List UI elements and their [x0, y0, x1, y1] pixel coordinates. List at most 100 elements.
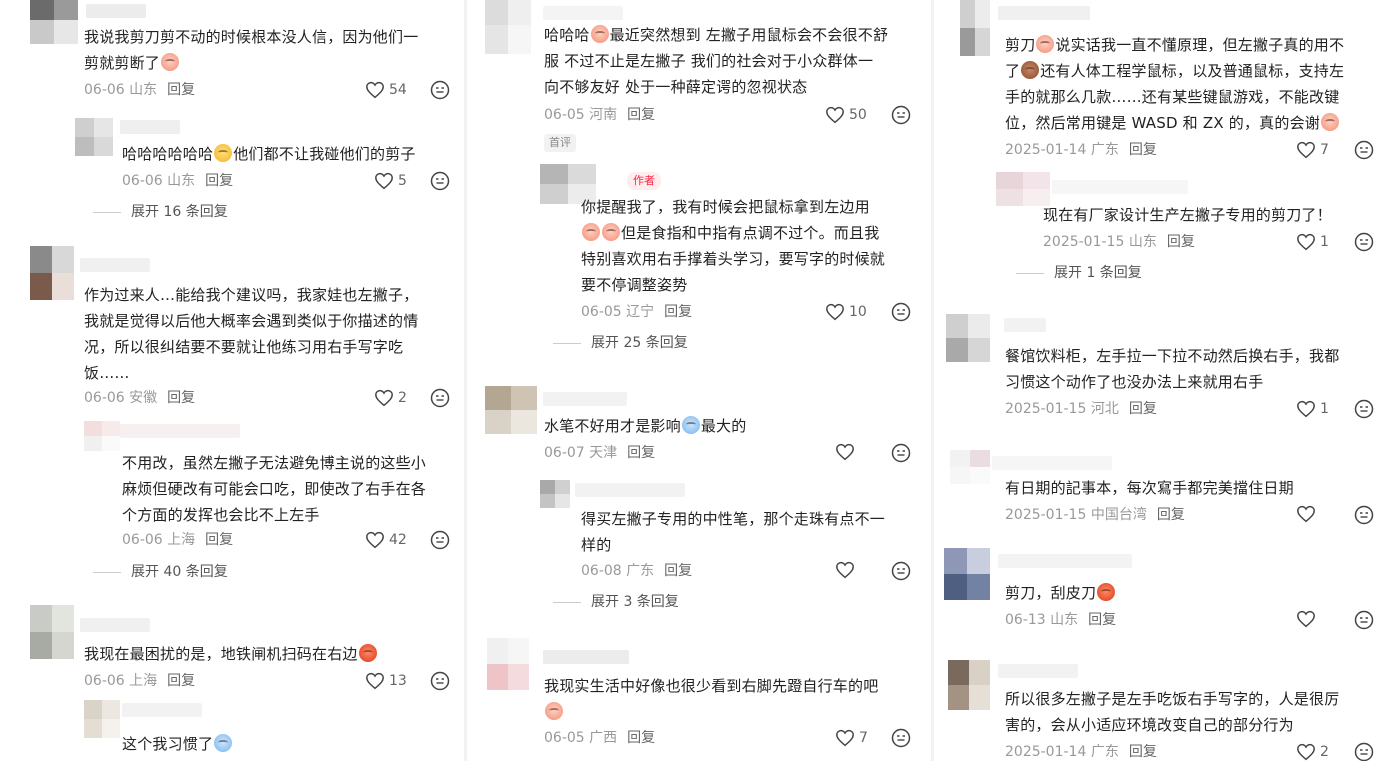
username[interactable]	[80, 258, 150, 272]
reply-button[interactable]: 回复	[1088, 612, 1116, 628]
username[interactable]	[543, 6, 623, 20]
avatar[interactable]	[946, 314, 990, 362]
avatar[interactable]	[540, 480, 570, 508]
emoji-reaction-icon[interactable]	[891, 443, 911, 467]
heart-icon	[375, 389, 393, 407]
username[interactable]	[1052, 180, 1188, 194]
reply-button[interactable]: 回复	[205, 173, 233, 189]
reply-button[interactable]: 回复	[167, 82, 195, 98]
like-button[interactable]: 7	[835, 728, 868, 748]
avatar[interactable]	[960, 0, 990, 56]
like-button[interactable]: 10	[825, 302, 867, 322]
username[interactable]	[80, 618, 150, 632]
username[interactable]	[992, 456, 1112, 470]
comment-meta: 2025-01-14 广东 回复	[1005, 744, 1157, 760]
emoji-reaction-icon[interactable]	[430, 80, 450, 104]
avatar[interactable]	[944, 548, 990, 600]
like-button[interactable]	[1296, 505, 1320, 523]
comment-text: 我现在最困扰的是，地铁闸机扫码在右边	[84, 641, 378, 667]
username[interactable]	[122, 703, 202, 717]
emoji-reaction-icon[interactable]	[891, 302, 911, 326]
comment-column-left: 我说我剪刀剪不动的时候根本没人信，因为他们一 剪就剪断了 06-06 山东 回复 …	[0, 0, 462, 761]
username[interactable]	[543, 650, 629, 664]
username[interactable]	[120, 424, 240, 438]
username[interactable]	[575, 483, 685, 497]
avatar[interactable]	[30, 605, 74, 659]
heart-icon	[1297, 610, 1315, 628]
comment-text: 我现实生活中好像也很少看到右脚先蹬自行车的吧	[544, 673, 878, 725]
expand-replies-button[interactable]: 展开 25 条回复	[553, 333, 688, 353]
emoji-reaction-icon[interactable]	[891, 728, 911, 752]
username[interactable]	[998, 554, 1132, 568]
emoji-reaction-icon[interactable]	[430, 388, 450, 412]
comment-text: 水笔不好用才是影响 最大的	[544, 416, 747, 435]
like-button[interactable]: 42	[365, 530, 407, 550]
reply-button[interactable]: 回复	[627, 445, 655, 461]
emoji-reaction-icon[interactable]	[891, 105, 911, 129]
avatar[interactable]	[75, 118, 113, 156]
heart-icon	[1297, 141, 1315, 159]
avatar[interactable]	[950, 450, 990, 484]
username[interactable]	[1004, 318, 1046, 332]
emoji-reaction-icon[interactable]	[1354, 399, 1374, 423]
username[interactable]	[998, 664, 1078, 678]
avatar[interactable]	[485, 386, 537, 434]
emoji-reaction-icon[interactable]	[1354, 742, 1374, 761]
like-button[interactable]	[1296, 610, 1320, 628]
emoji-reaction-icon[interactable]	[430, 171, 450, 195]
username[interactable]	[120, 120, 180, 134]
heart-icon	[366, 531, 384, 549]
comment-meta: 06-08 广东 回复	[581, 563, 693, 579]
reply-button[interactable]: 回复	[627, 107, 655, 123]
emoji-reaction-icon[interactable]	[1354, 140, 1374, 164]
avatar[interactable]	[996, 172, 1050, 206]
reply-button[interactable]: 回复	[1129, 744, 1157, 760]
like-button[interactable]	[835, 561, 859, 579]
comment-column-right: 剪刀 说实话我一直不懂原理，但左撇子真的用不 了还有人体工程学鼠标，以及普通鼠标，…	[934, 0, 1400, 761]
reply-button[interactable]: 回复	[167, 673, 195, 689]
reply-button[interactable]: 回复	[627, 730, 655, 746]
avatar[interactable]	[84, 700, 120, 738]
reply-button[interactable]: 回复	[664, 304, 692, 320]
avatar[interactable]	[30, 0, 78, 44]
reply-button[interactable]: 回复	[1129, 401, 1157, 417]
emoji-reaction-icon[interactable]	[430, 671, 450, 695]
username[interactable]	[86, 4, 146, 18]
comment: 水笔不好用才是影响 最大的 06-07 天津 回复	[467, 382, 929, 467]
like-button[interactable]: 13	[365, 671, 407, 691]
like-button[interactable]: 5	[374, 171, 407, 191]
like-button[interactable]	[835, 443, 859, 461]
emoji-reaction-icon[interactable]	[891, 561, 911, 585]
like-button[interactable]: 2	[374, 388, 407, 408]
reply-button[interactable]: 回复	[167, 390, 195, 406]
reply-button[interactable]: 回复	[664, 563, 692, 579]
reply-button[interactable]: 回复	[1129, 142, 1157, 158]
expand-replies-button[interactable]: 展开 40 条回复	[93, 562, 228, 582]
expand-replies-button[interactable]: 展开 16 条回复	[93, 202, 228, 222]
like-button[interactable]: 1	[1296, 232, 1329, 252]
reply-button[interactable]: 回复	[1157, 507, 1185, 523]
like-button[interactable]: 50	[825, 105, 867, 125]
expand-replies-button[interactable]: 展开 3 条回复	[553, 592, 679, 612]
expand-replies-button[interactable]: 展开 1 条回复	[1016, 263, 1142, 283]
avatar[interactable]	[485, 0, 531, 54]
emoji-reaction-icon[interactable]	[430, 530, 450, 554]
username[interactable]	[998, 6, 1090, 20]
avatar[interactable]	[84, 421, 120, 451]
reply-button[interactable]: 回复	[1167, 234, 1195, 250]
avatar[interactable]	[30, 246, 74, 300]
heart-icon	[836, 561, 854, 579]
emoji-reaction-icon[interactable]	[1354, 505, 1374, 529]
emoji-reaction-icon[interactable]	[1354, 232, 1374, 256]
avatar[interactable]	[487, 638, 529, 690]
like-button[interactable]: 2	[1296, 742, 1329, 761]
avatar[interactable]	[948, 660, 990, 710]
like-button[interactable]: 7	[1296, 140, 1329, 160]
reply-comment: 作者 你提醒我了，我有时候会把鼠标拿到左边用 但是食指和中指有点调不过个。而且我…	[467, 160, 929, 330]
like-button[interactable]: 54	[365, 80, 407, 100]
username[interactable]	[543, 392, 627, 406]
crying-emoji-icon	[214, 734, 233, 752]
emoji-reaction-icon[interactable]	[1354, 610, 1374, 634]
reply-button[interactable]: 回复	[205, 532, 233, 548]
like-button[interactable]: 1	[1296, 399, 1329, 419]
